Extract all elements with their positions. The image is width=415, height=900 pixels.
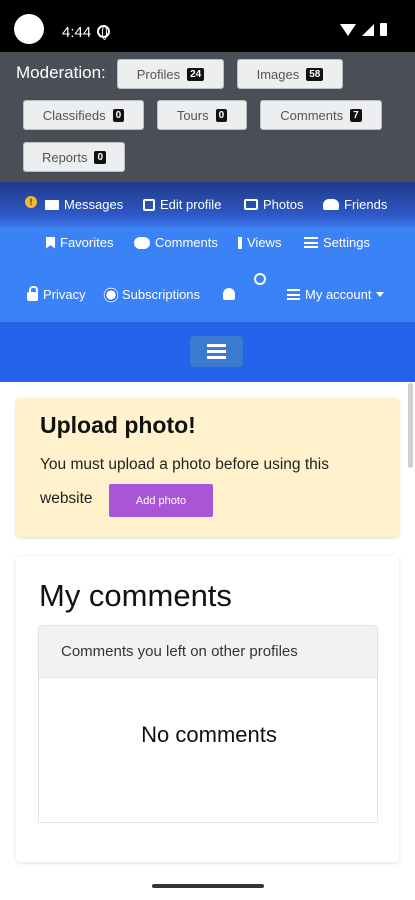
nav-views[interactable]: Views bbox=[238, 235, 281, 250]
nav-photos[interactable]: Photos bbox=[244, 197, 303, 212]
classifieds-label: Classifieds bbox=[42, 107, 106, 123]
user-circle-icon bbox=[254, 273, 266, 285]
nav-messages-label: Messages bbox=[64, 197, 124, 212]
moderation-bar: Moderation: Profiles 24 Images 58 Classi… bbox=[0, 52, 415, 182]
hamburger-icon-bar-bottom bbox=[207, 356, 226, 359]
status-bar: 4:44 bbox=[0, 0, 415, 52]
globe-icon bbox=[97, 25, 110, 40]
scrollbar[interactable] bbox=[408, 383, 413, 468]
nav-friends[interactable]: Friends bbox=[323, 197, 387, 212]
edit-icon bbox=[143, 198, 155, 211]
tours-label: Tours bbox=[176, 107, 209, 123]
moderation-label: Moderation: bbox=[16, 63, 106, 82]
nav-my-account-label: My account bbox=[305, 287, 372, 302]
nav-privacy[interactable]: Privacy bbox=[27, 285, 86, 302]
my-comments-card: My comments Comments you left on other p… bbox=[16, 556, 399, 862]
sliders-icon bbox=[304, 237, 318, 248]
status-time: 4:44 bbox=[62, 24, 92, 41]
battery-icon bbox=[380, 23, 387, 36]
warning-badge: ! bbox=[25, 196, 37, 208]
nav-subscriptions-label: Subscriptions bbox=[122, 287, 201, 302]
alert-message-continued: website bbox=[40, 490, 93, 507]
lock-icon bbox=[27, 285, 38, 301]
profiles-count-badge: 24 bbox=[187, 67, 205, 81]
alert-message: You must upload a photo before using thi… bbox=[40, 456, 329, 473]
list-icon bbox=[287, 289, 300, 300]
nav-edit-profile-label: Edit profile bbox=[160, 197, 222, 212]
profiles-button[interactable]: Profiles 24 bbox=[117, 59, 224, 89]
upload-photo-alert: Upload photo! You must upload a photo be… bbox=[16, 398, 399, 537]
nav-views-label: Views bbox=[247, 235, 282, 250]
nav-user[interactable] bbox=[254, 273, 266, 285]
nav-messages[interactable]: Messages bbox=[45, 197, 123, 212]
reports-label: Reports bbox=[41, 149, 88, 165]
nav-settings-label: Settings bbox=[323, 235, 370, 250]
hamburger-icon-bar-middle bbox=[207, 350, 226, 353]
nav-favorites-label: Favorites bbox=[60, 235, 114, 250]
nav-comments[interactable]: Comments bbox=[134, 235, 218, 250]
images-label: Images bbox=[256, 66, 300, 82]
users-icon bbox=[323, 199, 339, 210]
wifi-icon bbox=[340, 23, 356, 36]
home-indicator[interactable] bbox=[152, 884, 264, 888]
comments-mod-button[interactable]: Comments 7 bbox=[260, 100, 382, 130]
comments-icon bbox=[134, 236, 150, 249]
bell-icon bbox=[223, 288, 235, 300]
tours-button[interactable]: Tours 0 bbox=[157, 100, 247, 130]
views-icon bbox=[238, 236, 242, 249]
comments-count-badge: 7 bbox=[350, 108, 362, 122]
comments-panel-header: Comments you left on other profiles bbox=[39, 626, 377, 678]
images-button[interactable]: Images 58 bbox=[237, 59, 343, 89]
nav-subscriptions[interactable]: Subscriptions bbox=[105, 287, 200, 302]
menu-toggle-button[interactable] bbox=[190, 336, 243, 367]
nav-comments-label: Comments bbox=[155, 235, 218, 250]
bookmark-icon bbox=[46, 236, 55, 249]
nav-settings[interactable]: Settings bbox=[304, 235, 370, 250]
envelope-icon bbox=[45, 199, 59, 210]
add-photo-button[interactable]: Add photo bbox=[109, 484, 213, 517]
comments-mod-label: Comments bbox=[280, 107, 344, 123]
nav-notifications[interactable] bbox=[223, 288, 235, 300]
classifieds-count-badge: 0 bbox=[112, 108, 125, 122]
reports-count-badge: 0 bbox=[94, 150, 107, 164]
alert-title: Upload photo! bbox=[40, 412, 196, 438]
empty-state-text: No comments bbox=[141, 722, 277, 747]
tours-count-badge: 0 bbox=[215, 108, 228, 122]
signal-icon bbox=[362, 23, 374, 36]
comments-panel: Comments you left on other profiles No c… bbox=[38, 625, 378, 823]
nav-edit-profile[interactable]: Edit profile bbox=[143, 197, 221, 212]
camera-cutout bbox=[14, 14, 44, 44]
nav-favorites[interactable]: Favorites bbox=[46, 235, 113, 250]
images-count-badge: 58 bbox=[306, 67, 324, 81]
profiles-label: Profiles bbox=[136, 66, 181, 82]
reports-button[interactable]: Reports 0 bbox=[23, 142, 125, 172]
classifieds-button[interactable]: Classifieds 0 bbox=[23, 100, 144, 130]
hamburger-icon-bar-top bbox=[207, 344, 226, 347]
image-icon bbox=[244, 199, 258, 210]
status-icons bbox=[340, 23, 387, 36]
nav-my-account[interactable]: My account bbox=[287, 287, 385, 302]
caret-down-icon bbox=[376, 292, 385, 297]
nav-privacy-label: Privacy bbox=[43, 287, 86, 302]
page-title: My comments bbox=[39, 578, 232, 613]
subscriptions-icon bbox=[106, 289, 116, 300]
nav-friends-label: Friends bbox=[344, 197, 388, 212]
nav-photos-label: Photos bbox=[263, 197, 304, 212]
